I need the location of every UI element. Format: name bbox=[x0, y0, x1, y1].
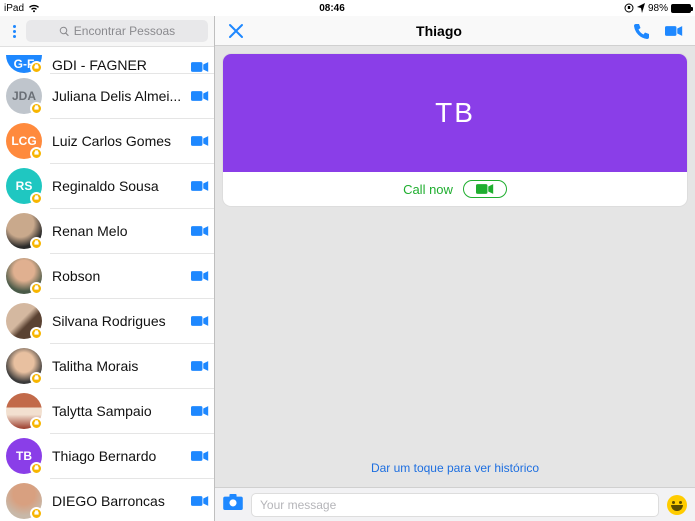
sidebar: Encontrar Pessoas G-FGDI - FAGNERJDAJuli… bbox=[0, 16, 215, 521]
avatar: JDA bbox=[6, 78, 42, 114]
composer bbox=[215, 487, 695, 521]
contact-video-button[interactable] bbox=[186, 61, 214, 73]
contact-video-button[interactable] bbox=[186, 90, 214, 102]
video-call-button[interactable] bbox=[663, 22, 685, 40]
presence-badge bbox=[30, 372, 43, 385]
search-placeholder: Encontrar Pessoas bbox=[74, 24, 175, 38]
call-now-button[interactable]: Call now bbox=[403, 182, 453, 197]
contact-row[interactable]: Robson bbox=[0, 253, 214, 298]
battery-percent: 98% bbox=[648, 3, 668, 14]
presence-badge bbox=[30, 327, 43, 340]
close-button[interactable] bbox=[225, 22, 247, 40]
contact-name: Thiago Bernardo bbox=[42, 448, 186, 464]
contact-row[interactable]: Renan Melo bbox=[0, 208, 214, 253]
contact-row[interactable]: Talytta Sampaio bbox=[0, 388, 214, 433]
contact-row[interactable]: Talitha Morais bbox=[0, 343, 214, 388]
more-menu-button[interactable] bbox=[6, 25, 22, 38]
presence-badge bbox=[30, 237, 43, 250]
contact-video-button[interactable] bbox=[186, 135, 214, 147]
avatar bbox=[6, 393, 42, 429]
contact-row[interactable]: JDAJuliana Delis Almei... bbox=[0, 73, 214, 118]
search-icon bbox=[59, 26, 70, 37]
attach-photo-button[interactable] bbox=[223, 494, 243, 515]
contact-video-button[interactable] bbox=[186, 405, 214, 417]
presence-badge bbox=[30, 282, 43, 295]
avatar bbox=[6, 483, 42, 519]
chat-title: Thiago bbox=[257, 23, 621, 39]
call-now-video-button[interactable] bbox=[463, 180, 507, 198]
chat-pane: Thiago TB Call now bbox=[215, 16, 695, 521]
device-label: iPad bbox=[4, 3, 24, 14]
avatar bbox=[6, 258, 42, 294]
contacts-list: G-FGDI - FAGNERJDAJuliana Delis Almei...… bbox=[0, 47, 214, 521]
contact-name: Renan Melo bbox=[42, 223, 186, 239]
presence-badge bbox=[30, 462, 43, 475]
avatar: LCG bbox=[6, 123, 42, 159]
avatar bbox=[6, 303, 42, 339]
profile-card: TB Call now bbox=[223, 54, 687, 206]
voice-call-button[interactable] bbox=[631, 22, 653, 40]
contact-video-button[interactable] bbox=[186, 450, 214, 462]
presence-badge bbox=[30, 417, 43, 430]
avatar: TB bbox=[6, 438, 42, 474]
contact-row[interactable]: LCGLuiz Carlos Gomes bbox=[0, 118, 214, 163]
profile-initials: TB bbox=[435, 97, 475, 129]
profile-hero: TB bbox=[223, 54, 687, 172]
camera-icon bbox=[476, 183, 494, 195]
contact-row[interactable]: Silvana Rodrigues bbox=[0, 298, 214, 343]
avatar bbox=[6, 213, 42, 249]
avatar: G-F bbox=[6, 55, 42, 73]
presence-badge bbox=[30, 507, 43, 520]
location-icon bbox=[637, 3, 645, 13]
avatar: RS bbox=[6, 168, 42, 204]
contact-name: Robson bbox=[42, 268, 186, 284]
emoji-button[interactable] bbox=[667, 495, 687, 515]
contact-name: Juliana Delis Almei... bbox=[42, 88, 186, 104]
avatar bbox=[6, 348, 42, 384]
presence-badge bbox=[30, 192, 43, 205]
wifi-icon bbox=[28, 3, 40, 13]
contact-row[interactable]: TBThiago Bernardo bbox=[0, 433, 214, 478]
contact-name: Talitha Morais bbox=[42, 358, 186, 374]
contact-name: DIEGO Barroncas bbox=[42, 493, 186, 509]
contact-video-button[interactable] bbox=[186, 180, 214, 192]
contact-name: Silvana Rodrigues bbox=[42, 313, 186, 329]
contact-row[interactable]: DIEGO Barroncas bbox=[0, 478, 214, 521]
contact-name: Talytta Sampaio bbox=[42, 403, 186, 419]
contact-name: GDI - FAGNER bbox=[42, 57, 186, 73]
rotation-lock-icon bbox=[624, 3, 634, 13]
contact-name: Luiz Carlos Gomes bbox=[42, 133, 186, 149]
presence-badge bbox=[30, 61, 43, 73]
contact-video-button[interactable] bbox=[186, 360, 214, 372]
status-bar: iPad 08:46 98% bbox=[0, 0, 695, 16]
battery-icon bbox=[671, 4, 691, 13]
contact-row[interactable]: G-FGDI - FAGNER bbox=[0, 47, 214, 73]
search-input[interactable]: Encontrar Pessoas bbox=[26, 20, 208, 42]
contact-video-button[interactable] bbox=[186, 270, 214, 282]
contact-video-button[interactable] bbox=[186, 225, 214, 237]
presence-badge bbox=[30, 147, 43, 160]
clock: 08:46 bbox=[40, 3, 624, 14]
history-hint[interactable]: Dar um toque para ver histórico bbox=[223, 453, 687, 479]
chat-header: Thiago bbox=[215, 16, 695, 46]
contact-video-button[interactable] bbox=[186, 315, 214, 327]
presence-badge bbox=[30, 102, 43, 115]
message-input[interactable] bbox=[251, 493, 659, 517]
contact-video-button[interactable] bbox=[186, 495, 214, 507]
contact-row[interactable]: RSReginaldo Sousa bbox=[0, 163, 214, 208]
contact-name: Reginaldo Sousa bbox=[42, 178, 186, 194]
